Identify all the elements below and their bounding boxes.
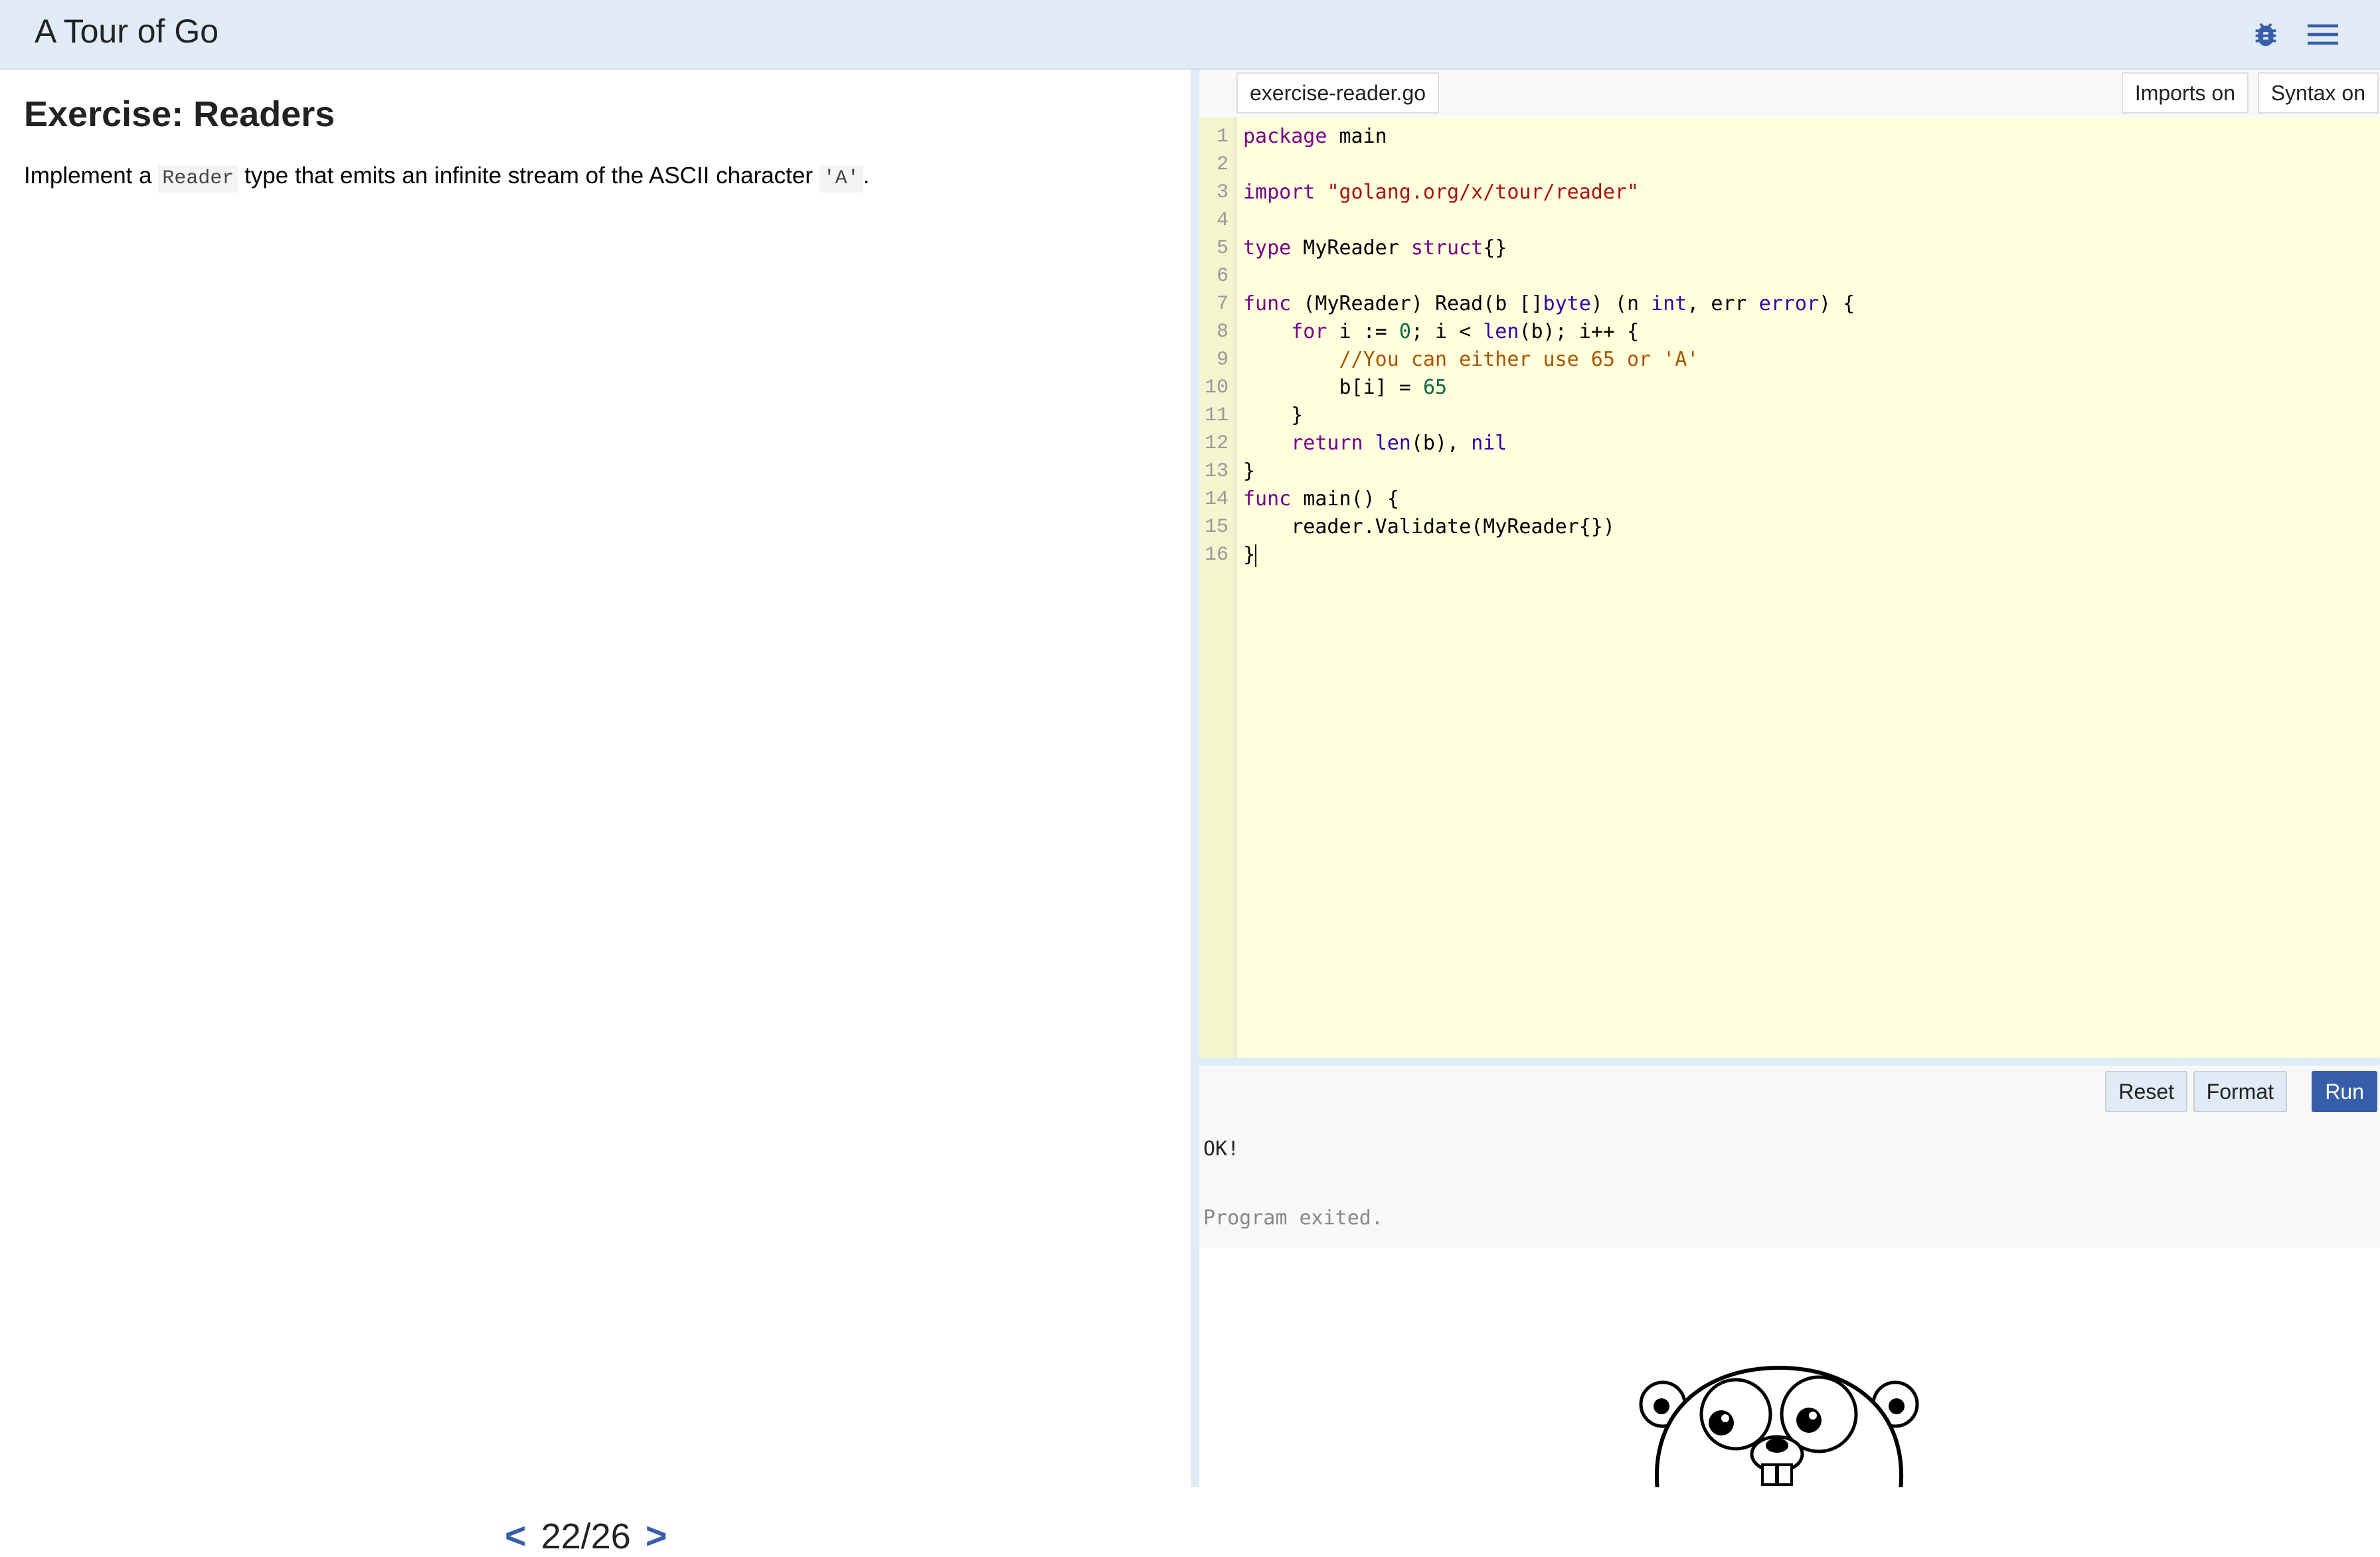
desc-text: . (863, 163, 870, 189)
code-editor[interactable]: 1 2 3 4 5 6 7 8 9 10 11 12 13 14 15 16 p… (1199, 118, 2380, 1058)
playground-pane: exercise-reader.go Imports on Syntax on … (1199, 70, 2380, 1487)
top-bar: A Tour of Go (0, 0, 2380, 70)
lesson-heading: Exercise: Readers (24, 94, 335, 134)
editor-tab-bar: exercise-reader.go Imports on Syntax on (1199, 70, 2380, 118)
format-button[interactable]: Format (2193, 1071, 2287, 1112)
inline-code-reader: Reader (158, 165, 238, 193)
page-indicator[interactable]: 22/26 (541, 1516, 631, 1557)
editor-separator (1199, 1058, 2380, 1066)
pane-divider[interactable] (1191, 70, 1199, 1487)
output-panel: OK! Program exited. (1199, 1116, 2380, 1248)
output-result: OK! (1203, 1137, 1240, 1161)
reset-button[interactable]: Reset (2105, 1071, 2187, 1112)
code-text[interactable]: package main import "golang.org/x/tour/r… (1243, 123, 1855, 569)
text-cursor (1255, 544, 1257, 567)
bug-icon[interactable] (2246, 15, 2286, 54)
editor-gutter: 1 2 3 4 5 6 7 8 9 10 11 12 13 14 15 16 (1199, 118, 1236, 1058)
next-page-button[interactable]: > (645, 1514, 667, 1557)
action-bar: Reset Format Run (1199, 1066, 2380, 1116)
output-status: Program exited. (1203, 1206, 1383, 1230)
file-tab[interactable]: exercise-reader.go (1236, 72, 1440, 114)
imports-toggle[interactable]: Imports on (2121, 72, 2249, 114)
run-button[interactable]: Run (2312, 1071, 2377, 1112)
menu-icon[interactable] (2303, 15, 2343, 54)
prev-page-button[interactable]: < (505, 1514, 527, 1557)
desc-text: Implement a (24, 163, 159, 189)
pager: < 22/26 > (505, 1514, 667, 1557)
app-title[interactable]: A Tour of Go (35, 12, 218, 50)
line-numbers: 1 2 3 4 5 6 7 8 9 10 11 12 13 14 15 16 (1204, 125, 1229, 566)
lesson-description: Implement a Reader type that emits an in… (24, 163, 870, 193)
desc-text: type that emits an infinite stream of th… (238, 163, 819, 189)
lesson-pane: Exercise: Readers Implement a Reader typ… (0, 70, 1191, 1556)
syntax-toggle[interactable]: Syntax on (2257, 72, 2379, 114)
gopher-mascot-image (1639, 1365, 1919, 1487)
inline-code-char: 'A' (819, 165, 863, 193)
